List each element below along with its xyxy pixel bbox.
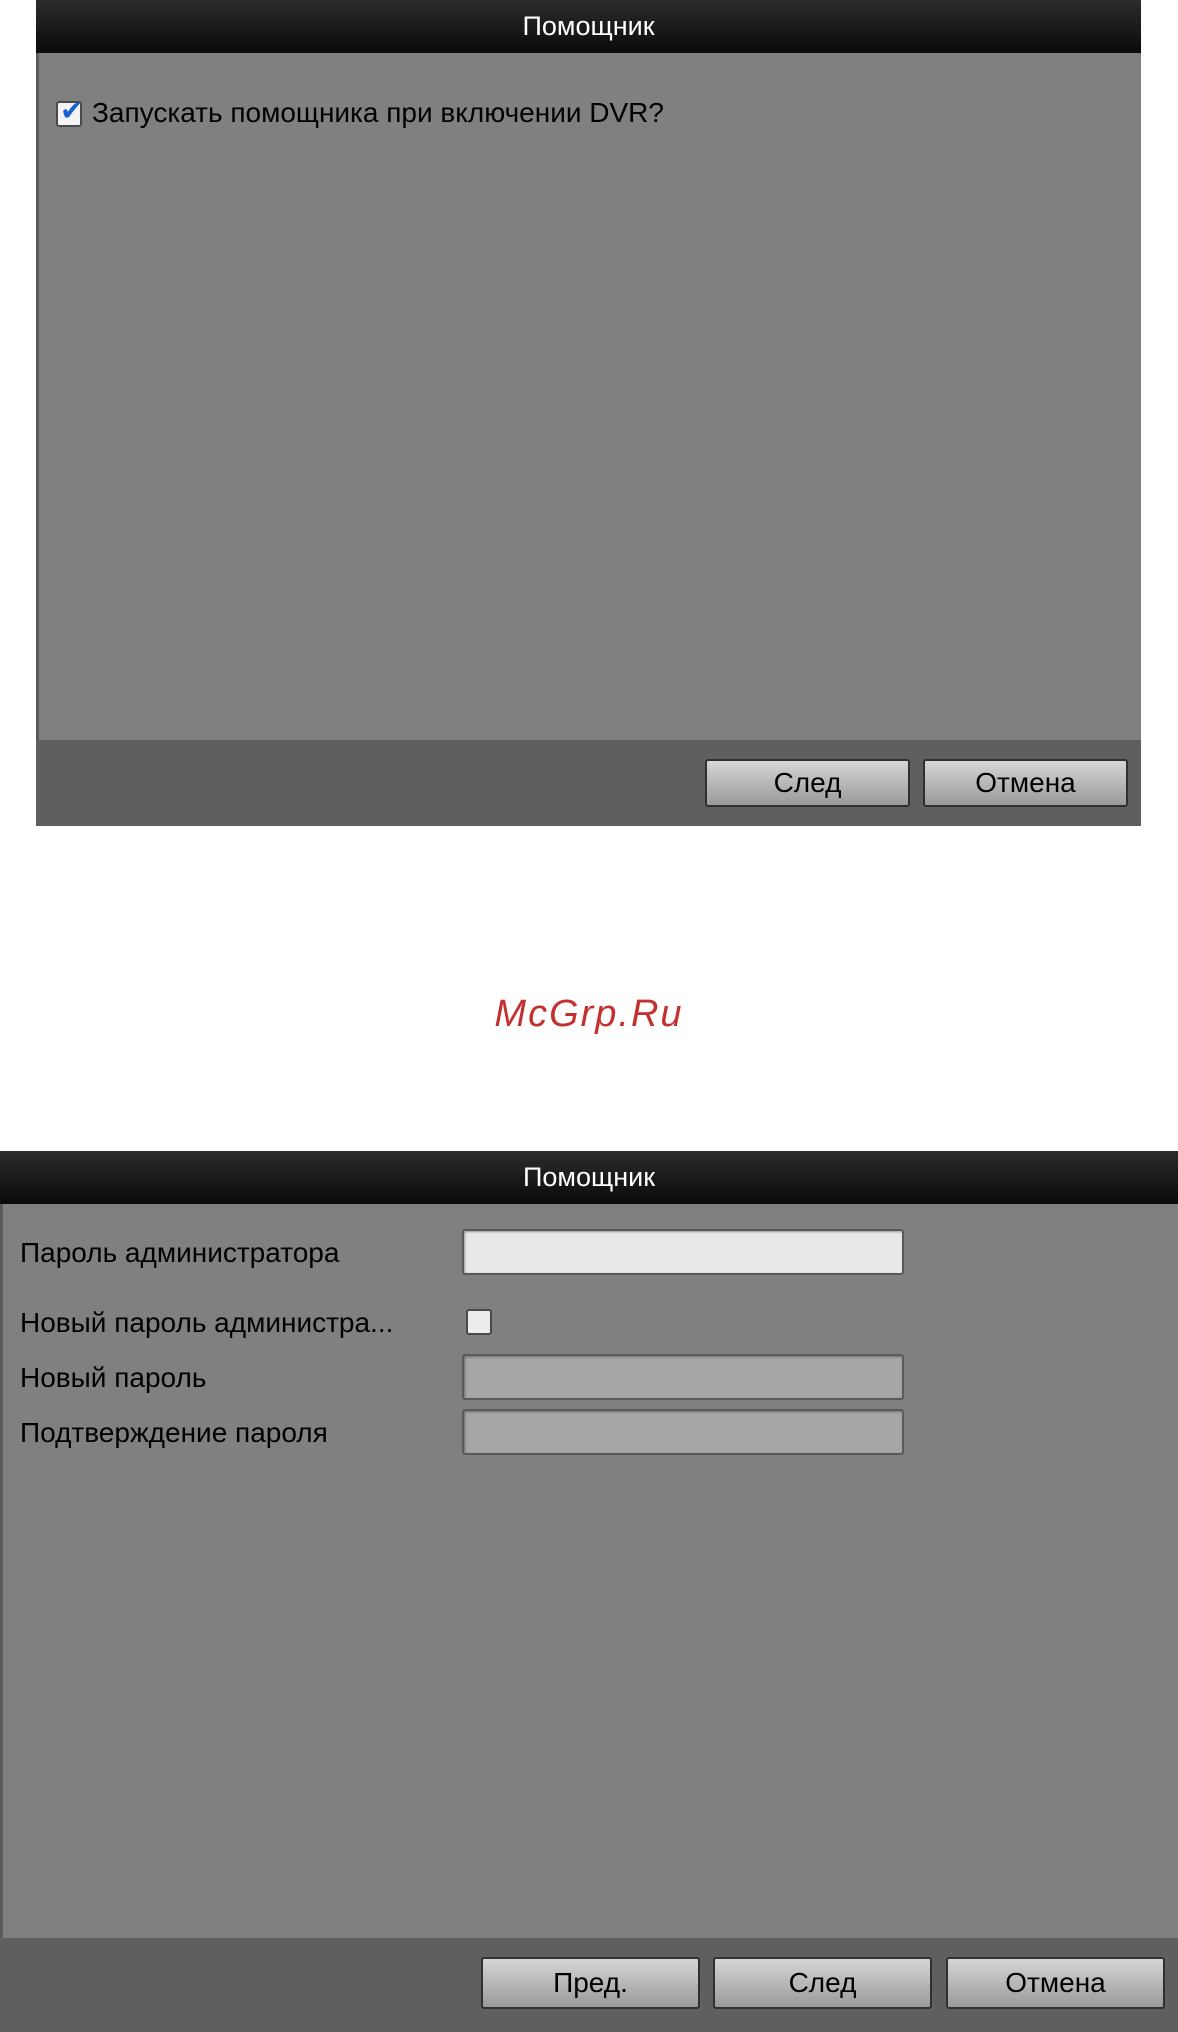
checkmark-icon: ✔ (60, 95, 84, 126)
dialog-title: Помощник (0, 1151, 1178, 1204)
next-button[interactable]: След (705, 759, 910, 807)
dialog-footer: Пред. След Отмена (0, 1938, 1178, 2032)
watermark-text: McGrp.Ru (494, 993, 684, 1035)
cancel-button[interactable]: Отмена (923, 759, 1128, 807)
startup-wizard-checkbox[interactable]: ✔ (56, 97, 83, 127)
admin-password-label: Пароль администратора (20, 1237, 340, 1268)
new-password-label: Новый пароль (20, 1362, 207, 1393)
new-admin-password-label: Новый пароль администра... (20, 1307, 394, 1338)
admin-password-input[interactable] (462, 1229, 904, 1275)
confirm-password-label: Подтверждение пароля (20, 1417, 328, 1448)
wizard-dialog-startup: Помощник ✔ Запускать помощника при включ… (36, 0, 1141, 826)
next-button[interactable]: След (713, 1957, 932, 2009)
dialog-title: Помощник (36, 0, 1141, 53)
wizard-dialog-password: Помощник Пароль администратора Новый пар… (0, 1151, 1178, 2032)
prev-button[interactable]: Пред. (481, 1957, 700, 2009)
startup-wizard-label: Запускать помощника при включении DVR? (92, 97, 664, 128)
dialog-left-border (36, 0, 39, 826)
cancel-button[interactable]: Отмена (946, 1957, 1165, 2009)
new-admin-password-checkbox[interactable] (466, 1309, 492, 1335)
dialog-left-border (0, 1151, 3, 2032)
dialog-footer: След Отмена (36, 740, 1141, 826)
new-password-input[interactable] (462, 1354, 904, 1400)
confirm-password-input[interactable] (462, 1409, 904, 1455)
